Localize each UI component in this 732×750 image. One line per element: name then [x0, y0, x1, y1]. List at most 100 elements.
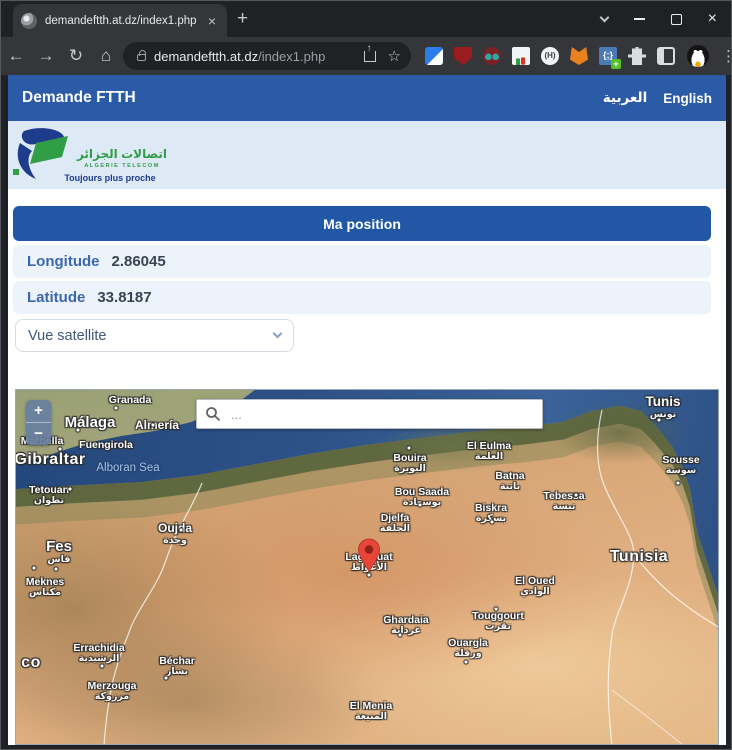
- search-icon: [205, 406, 221, 422]
- map-zoom-control: + −: [26, 400, 51, 445]
- tab-close-icon[interactable]: ×: [205, 13, 219, 29]
- latitude-value: 33.8187: [97, 289, 151, 306]
- browser-window: demandeftth.at.dz/index1.php × + × ← → ↻…: [0, 0, 732, 750]
- zoom-in-button[interactable]: +: [26, 400, 51, 422]
- window-controls: ×: [601, 1, 732, 37]
- map-label-el-oued: El Ouedالوادي: [515, 575, 555, 598]
- map-label-tebessa: Tebessaتبسة: [543, 490, 584, 513]
- map-search-input[interactable]: [196, 399, 543, 429]
- map-town-dot: [676, 481, 681, 486]
- map-label-alboran-sea: Alboran Sea: [96, 462, 159, 475]
- url-text[interactable]: demandeftth.at.dz/index1.php: [154, 49, 325, 64]
- share-icon[interactable]: [364, 51, 376, 62]
- forward-button[interactable]: →: [31, 46, 61, 66]
- site-header: Demande FTTH العربية English: [8, 75, 726, 121]
- map-view-select-value: Vue satellite: [28, 328, 106, 344]
- map-label-tetouan: Tetouanتطوان: [29, 484, 69, 507]
- map-town-dot: [76, 428, 81, 433]
- map-town-dot: [100, 664, 105, 669]
- minimize-button[interactable]: [634, 18, 645, 20]
- map-town-dot: [574, 493, 579, 498]
- map-town-dot: [367, 573, 372, 578]
- browser-toolbar: ← → ↻ ⌂ demandeftth.at.dz/index1.php ☆ ⋮: [1, 37, 732, 75]
- map-label-tunisia: Tunisia: [610, 548, 668, 566]
- metamask-extension-icon[interactable]: [570, 47, 588, 65]
- map-canvas[interactable]: GranadaMálagaAlmeríaMarbellaFuengirolaGi…: [15, 389, 719, 745]
- json-formatter-extension-icon[interactable]: [599, 47, 617, 65]
- map-town-dot: [32, 566, 37, 571]
- map-town-dot: [464, 660, 469, 665]
- nerd-face-extension-icon[interactable]: [483, 47, 501, 65]
- browser-menu-icon[interactable]: ⋮: [721, 47, 732, 65]
- map-town-dot: [68, 487, 73, 492]
- lock-icon[interactable]: [137, 54, 146, 61]
- map-town-dot: [407, 446, 412, 451]
- map-label-ouargla: Ouarglaورقلة: [448, 637, 488, 660]
- reload-button[interactable]: ↻: [61, 46, 91, 66]
- map-label-fes: Fesفاس: [46, 538, 72, 566]
- svg-text:اتصالات الجزائر: اتصالات الجزائر: [76, 147, 167, 161]
- map-label-oujda: Oujdaوجدة: [158, 522, 192, 547]
- map-label-tunis: Tunisتونس: [646, 394, 681, 420]
- map-town-dot: [179, 528, 184, 533]
- map-label-bouira: Bouiraالبويرة: [393, 452, 426, 475]
- map-label-sousse: Sousseسوسة: [662, 454, 699, 477]
- map-label-djelfa: Djelfaالجلفة: [380, 512, 410, 535]
- map-label-merzouga: Merzougaمرزوكة: [87, 680, 136, 703]
- page-title: Demande FTTH: [22, 89, 136, 107]
- side-panel-extension-icon[interactable]: [657, 47, 675, 65]
- ublock-origin-extension-icon[interactable]: [454, 47, 472, 65]
- svg-text:Toujours plus proche: Toujours plus proche: [64, 173, 155, 183]
- tab-search-chevron-icon[interactable]: [599, 13, 609, 23]
- map-search-box: [196, 399, 543, 429]
- map-town-dot: [54, 567, 59, 572]
- zoom-out-button[interactable]: −: [26, 423, 51, 445]
- address-bar[interactable]: demandeftth.at.dz/index1.php ☆: [123, 42, 411, 70]
- map-town-dot: [398, 633, 403, 638]
- maximize-button[interactable]: [671, 14, 682, 25]
- svg-text:ALGERIE TELECOM: ALGERIE TELECOM: [84, 163, 159, 169]
- map-label-el-eulma: El Eulmaالعلمة: [467, 440, 511, 463]
- screenshot-tool-extension-icon[interactable]: [425, 47, 443, 65]
- map-label-meknes: Meknesمكناس: [26, 576, 65, 599]
- page-chart-extension-icon[interactable]: [512, 47, 530, 65]
- map-town-dot: [490, 520, 495, 525]
- latitude-row: Latitude 33.8187: [13, 281, 711, 314]
- logo-band: اتصالات الجزائر ALGERIE TELECOM Toujours…: [8, 121, 726, 189]
- tab-strip: demandeftth.at.dz/index1.php × + ×: [1, 1, 732, 37]
- map-label-almería: Almería: [135, 419, 179, 433]
- map-label-batna: Batnaباتنة: [495, 470, 524, 493]
- map-label-ghardaia: Ghardaiaغرداية: [383, 614, 429, 637]
- map-town-dot: [494, 607, 499, 612]
- map-label-touggourt: Touggourtتقرت: [472, 610, 524, 633]
- longitude-row: Longitude 2.86045: [13, 245, 711, 278]
- lang-arabic-link[interactable]: العربية: [603, 90, 647, 106]
- map-town-dot: [164, 676, 169, 681]
- map-label-errachidia: Errachidiaالرشيدية: [73, 642, 124, 665]
- map-town-dot: [58, 447, 63, 452]
- latitude-label: Latitude: [27, 289, 85, 306]
- close-window-button[interactable]: ×: [708, 11, 717, 27]
- location-marker-pin[interactable]: [357, 538, 381, 572]
- new-tab-button[interactable]: +: [237, 9, 248, 29]
- map-label-granada: Granada: [109, 394, 152, 406]
- extensions-puzzle-extension-icon[interactable]: [628, 47, 646, 65]
- longitude-label: Longitude: [27, 253, 99, 270]
- back-button[interactable]: ←: [1, 46, 31, 66]
- chevron-down-icon: [273, 329, 283, 339]
- map-town-dot: [151, 423, 156, 428]
- lang-english-link[interactable]: English: [663, 91, 712, 106]
- h-circle-extension-icon[interactable]: [541, 47, 559, 65]
- extensions-area: [425, 47, 675, 65]
- map-label-gibraltar: Gibraltar: [15, 451, 86, 469]
- home-button[interactable]: ⌂: [91, 46, 121, 66]
- map-label-fuengirola: Fuengirola: [79, 439, 133, 451]
- profile-avatar[interactable]: [687, 45, 709, 67]
- my-position-button[interactable]: Ma position: [13, 206, 711, 241]
- map-view-select[interactable]: Vue satellite: [15, 319, 294, 352]
- bookmark-star-icon[interactable]: ☆: [388, 47, 401, 65]
- web-page: Demande FTTH العربية English اتصالات الج…: [8, 75, 726, 745]
- browser-tab[interactable]: demandeftth.at.dz/index1.php ×: [13, 4, 227, 37]
- longitude-value: 2.86045: [111, 253, 165, 270]
- map-label-béchar: Bécharبشار: [159, 655, 195, 678]
